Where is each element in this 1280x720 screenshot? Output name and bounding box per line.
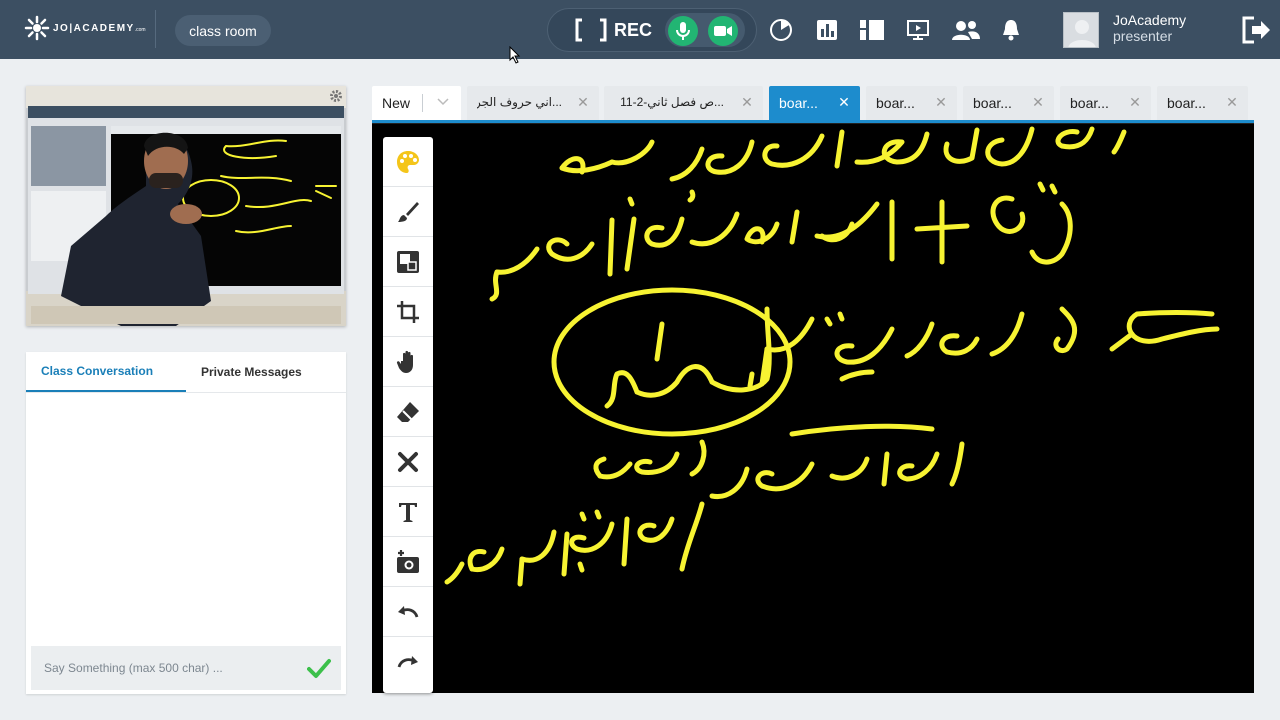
undo-button[interactable] [383,587,433,637]
add-photo-icon [397,549,419,573]
board-tab[interactable]: boar... ✕ [1060,86,1151,120]
user-name: JoAcademy [1113,12,1187,28]
screen-share-icon [907,20,929,40]
bell-icon [1003,20,1019,41]
gear-icon[interactable] [329,89,343,103]
chat-tabs: Class Conversation Private Messages [26,352,346,393]
microphone-icon [676,22,690,40]
board-tab-label: boar... [1070,95,1109,111]
audio-video-pill [665,13,745,47]
close-icon[interactable]: ✕ [1129,95,1141,109]
board-tab[interactable]: ...ص فصل ثاني-2-11 ✕ [604,86,763,120]
chat-panel: Class Conversation Private Messages Say … [26,352,346,694]
microphone-button[interactable] [668,16,698,46]
brush-icon [398,201,419,222]
board-tab[interactable]: boar... ✕ [1157,86,1248,120]
avatar[interactable] [1063,12,1099,48]
timer-button[interactable] [768,18,794,42]
new-board-tab[interactable]: New [372,86,461,120]
class-room-button[interactable]: class room [175,15,271,46]
board-tab-label: ...اني حروف الجر [477,95,562,109]
chat-message-input[interactable]: Say Something (max 500 char) ... [31,646,341,690]
presenter-video [26,86,346,326]
tab-private-messages[interactable]: Private Messages [186,352,346,392]
exit-button[interactable] [1240,14,1272,46]
user-silhouette-icon [1068,20,1096,47]
layout-button[interactable] [859,18,885,42]
fill-shape-tool-button[interactable] [383,237,433,287]
notifications-button[interactable] [998,18,1024,42]
participants-icon [952,21,980,40]
clear-board-button[interactable] [383,437,433,487]
mouse-cursor-icon [509,46,521,64]
tab-class-conversation[interactable]: Class Conversation [26,352,186,392]
record-bracket-icon [575,18,607,42]
board-tab-label: boar... [1167,95,1206,111]
topbar-divider [155,10,156,48]
add-photo-tool-button[interactable] [383,537,433,587]
layout-icon [860,20,884,40]
board-tabs: New ...اني حروف الجر ✕ ...ص فصل ثاني-2-1… [372,86,1254,120]
handwriting-strokes [444,126,1220,587]
logo-icon [24,15,50,41]
exit-icon [1242,16,1270,44]
brush-tool-button[interactable] [383,187,433,237]
text-tool-button[interactable] [383,487,433,537]
undo-icon [398,605,419,618]
hand-tool-button[interactable] [383,337,433,387]
board-tab-label: boar... [779,95,818,111]
poll-button[interactable] [814,18,840,42]
close-icon[interactable]: ✕ [577,95,589,109]
board-tab[interactable]: boar... ✕ [866,86,957,120]
hand-icon [396,350,413,373]
poll-chart-icon [817,20,837,40]
screen-share-button[interactable] [905,18,931,42]
board-tab[interactable]: boar... ✕ [963,86,1054,120]
timer-icon [770,19,792,41]
board-tab-label: boar... [876,95,915,111]
camera-icon [714,26,732,36]
logo-text: JO|ACADEMY.com [53,22,146,34]
crop-icon [397,300,419,323]
close-icon[interactable]: ✕ [935,95,947,109]
rec-label: REC [614,19,653,40]
crop-tool-button[interactable] [383,287,433,337]
board-tab-label: ...ص فصل ثاني-2-11 [620,95,724,109]
board-tab-active[interactable]: boar... ✕ [769,86,860,120]
media-controls: REC [547,8,757,52]
close-icon[interactable]: ✕ [838,95,850,109]
user-role: presenter [1113,28,1173,44]
participants-button[interactable] [951,18,981,42]
palette-icon [397,150,419,173]
eraser-icon [397,401,419,422]
new-tab-label: New [382,95,411,111]
top-bar: JO|ACADEMY.com class room REC JoAcademy … [0,0,1280,59]
academy-logo[interactable]: JO|ACADEMY.com [24,15,146,41]
board-tab[interactable]: ...اني حروف الجر ✕ [467,86,599,120]
chevron-down-icon[interactable] [437,98,449,106]
clear-icon [398,451,418,472]
fill-shape-icon [397,250,419,273]
palette-tool-button[interactable] [383,137,433,187]
whiteboard-canvas[interactable] [372,123,1254,693]
text-icon [399,502,417,522]
send-check-icon[interactable] [307,656,331,680]
tab-divider [422,94,423,112]
video-frame [26,86,346,326]
camera-button[interactable] [708,16,738,46]
redo-button[interactable] [383,637,433,687]
close-icon[interactable]: ✕ [741,95,753,109]
redo-icon [397,656,418,668]
drawing-toolbar [383,137,433,693]
record-button[interactable]: REC [574,18,652,42]
eraser-tool-button[interactable] [383,387,433,437]
board-tab-label: boar... [973,95,1012,111]
chat-input-placeholder: Say Something (max 500 char) ... [44,661,223,675]
close-icon[interactable]: ✕ [1032,95,1044,109]
close-icon[interactable]: ✕ [1226,95,1238,109]
